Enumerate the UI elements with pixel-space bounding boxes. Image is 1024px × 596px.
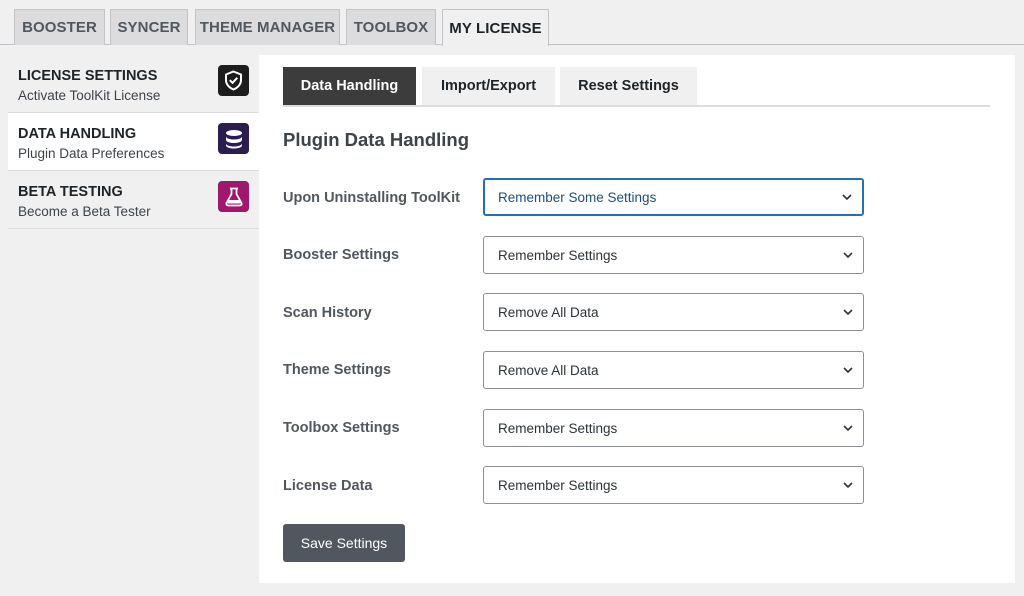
chevron-down-icon [843,252,853,259]
select-value: Remember Settings [498,420,618,436]
flask-icon [218,181,249,212]
sidebar-item-beta-testing[interactable]: BETA TESTING Become a Beta Tester [8,171,259,229]
tab-toolbox[interactable]: TOOLBOX [346,9,436,45]
database-icon [218,123,249,154]
chevron-down-icon [843,367,853,374]
chevron-down-icon [843,309,853,316]
tab-my-license[interactable]: MY LICENSE [442,9,549,46]
chevron-down-icon [843,425,853,432]
select-value: Remove All Data [498,304,599,320]
sidebar-item-data-handling[interactable]: DATA HANDLING Plugin Data Preferences [8,113,259,171]
sub-tab-bar: Data Handling Import/Export Reset Settin… [283,67,990,107]
setting-label: Theme Settings [283,362,391,378]
tab-syncer[interactable]: SYNCER [110,9,188,45]
license-data-select[interactable]: Remember Settings [483,466,864,504]
uninstall-select[interactable]: Remember Some Settings [483,178,864,216]
chevron-down-icon [842,194,852,201]
tab-import-export[interactable]: Import/Export [422,67,555,105]
select-value: Remember Settings [498,477,618,493]
select-value: Remove All Data [498,362,599,378]
tab-booster[interactable]: BOOSTER [14,9,105,45]
select-value: Remember Some Settings [498,189,657,205]
sidebar-item-license-settings[interactable]: LICENSE SETTINGS Activate ToolKit Licens… [8,55,259,113]
tab-theme-manager[interactable]: THEME MANAGER [195,9,340,45]
booster-settings-select[interactable]: Remember Settings [483,236,864,274]
save-settings-button[interactable]: Save Settings [283,524,405,562]
theme-settings-select[interactable]: Remove All Data [483,351,864,389]
select-value: Remember Settings [498,247,618,263]
setting-label: Upon Uninstalling ToolKit [283,190,460,206]
settings-panel: Data Handling Import/Export Reset Settin… [259,55,1015,583]
section-title: Plugin Data Handling [283,129,470,150]
toolbox-settings-select[interactable]: Remember Settings [483,409,864,447]
scan-history-select[interactable]: Remove All Data [483,293,864,331]
setting-label: Scan History [283,305,372,321]
tab-data-handling[interactable]: Data Handling [283,67,416,105]
tab-reset-settings[interactable]: Reset Settings [560,67,697,105]
setting-label: Booster Settings [283,247,400,263]
top-tab-bar: BOOSTER SYNCER THEME MANAGER TOOLBOX MY … [0,0,1024,46]
setting-label: License Data [283,478,373,494]
chevron-down-icon [843,482,853,489]
shield-check-icon [218,65,249,96]
setting-label: Toolbox Settings [283,420,400,436]
sidebar: LICENSE SETTINGS Activate ToolKit Licens… [8,55,259,229]
